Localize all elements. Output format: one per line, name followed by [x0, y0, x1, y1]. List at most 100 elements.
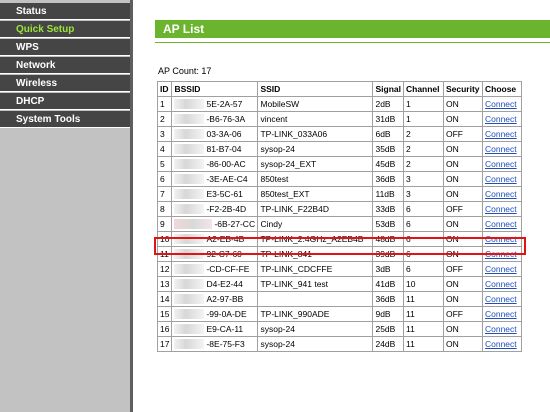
row-bssid-cell: -CD-CF-FE	[171, 261, 259, 277]
row-choose-cell: Connect	[481, 171, 522, 187]
row-choose-cell: Connect	[481, 186, 522, 202]
row-ssid-cell: sysop-24	[257, 141, 374, 157]
page-title: AP List	[163, 22, 205, 36]
connect-link[interactable]: Connect	[485, 234, 517, 244]
sidebar-item-network[interactable]: Network	[0, 57, 130, 74]
connect-link[interactable]: Connect	[485, 294, 517, 304]
table-row: 2 -B6-76-3A vincent 31dB 1 ON Connect	[156, 111, 522, 127]
row-signal-cell: 39dB	[372, 246, 404, 262]
row-security-cell: ON	[442, 276, 483, 292]
row-choose-cell: Connect	[481, 156, 522, 172]
connect-link[interactable]: Connect	[485, 99, 517, 109]
row-channel-cell: 11	[402, 321, 444, 337]
connect-link[interactable]: Connect	[485, 189, 517, 199]
bssid-text: E3-5C-61	[206, 188, 243, 199]
row-security-cell: OFF	[442, 126, 483, 142]
row-signal-cell: 41dB	[372, 276, 404, 292]
redacted-mac-prefix	[174, 339, 205, 350]
row-choose-cell: Connect	[481, 276, 522, 292]
bssid-text: -CD-CF-FE	[206, 263, 250, 274]
row-signal-cell: 25dB	[372, 321, 404, 337]
connect-link[interactable]: Connect	[485, 324, 517, 334]
row-channel-cell: 3	[402, 186, 444, 202]
row-security-cell: OFF	[442, 201, 483, 217]
row-signal-cell: 36dB	[372, 291, 404, 307]
table-row: 11 92-C7-60 TP-LINK_841 39dB 6 ON Connect	[156, 246, 522, 262]
row-signal-cell: 2dB	[372, 96, 404, 112]
row-bssid-cell: 03-3A-06	[171, 126, 259, 142]
row-security-cell: OFF	[442, 261, 483, 277]
redacted-mac-prefix	[174, 189, 205, 200]
row-security-cell: ON	[442, 171, 483, 187]
row-ssid-cell: Cindy	[257, 216, 374, 232]
bssid-text: 03-3A-06	[206, 128, 242, 139]
connect-link[interactable]: Connect	[485, 129, 517, 139]
bssid-text: 92-C7-60	[206, 248, 242, 259]
connect-link[interactable]: Connect	[485, 144, 517, 154]
row-ssid-cell: TP-LINK_2.4GHz_A2EB4B	[257, 231, 374, 247]
connect-link[interactable]: Connect	[485, 174, 517, 184]
table-row: 9 -6B-27-CC Cindy 53dB 6 ON Connect	[156, 216, 522, 232]
sidebar-item-wps[interactable]: WPS	[0, 39, 130, 56]
col-header-ssid: SSID	[257, 81, 374, 97]
bssid-text: -B6-76-3A	[206, 113, 246, 124]
row-choose-cell: Connect	[481, 96, 522, 112]
row-signal-cell: 11dB	[372, 186, 404, 202]
row-security-cell: ON	[442, 216, 483, 232]
row-signal-cell: 6dB	[372, 126, 404, 142]
connect-link[interactable]: Connect	[485, 159, 517, 169]
col-header-security: Security	[442, 81, 483, 97]
sidebar-item-status[interactable]: Status	[0, 3, 130, 20]
row-ssid-cell: TP-LINK_033A06	[257, 126, 374, 142]
row-signal-cell: 36dB	[372, 171, 404, 187]
redacted-mac-prefix	[174, 294, 205, 305]
row-ssid-cell: 850test	[257, 171, 374, 187]
table-row: 12 -CD-CF-FE TP-LINK_CDCFFE 3dB 6 OFF Connect	[156, 261, 522, 277]
connect-link[interactable]: Connect	[485, 309, 517, 319]
sidebar-item-system-tools[interactable]: System Tools	[0, 111, 130, 128]
row-choose-cell: Connect	[481, 126, 522, 142]
bssid-text: -6B-27-CC	[214, 218, 256, 229]
row-id-cell: 6	[156, 171, 173, 187]
sidebar-nav: Status Quick Setup WPS Network Wireless …	[0, 0, 130, 412]
row-bssid-cell: -F2-2B-4D	[171, 201, 259, 217]
row-bssid-cell: A2-EB-4B	[171, 231, 259, 247]
sidebar-item-wireless[interactable]: Wireless	[0, 75, 130, 92]
connect-link[interactable]: Connect	[485, 249, 517, 259]
connect-link[interactable]: Connect	[485, 204, 517, 214]
row-choose-cell: Connect	[481, 321, 522, 337]
row-channel-cell: 6	[402, 261, 444, 277]
table-header-row: ID BSSID SSID Signal Channel Security Ch…	[156, 81, 522, 97]
connect-link[interactable]: Connect	[485, 219, 517, 229]
row-bssid-cell: -3E-AE-C4	[171, 171, 259, 187]
row-choose-cell: Connect	[481, 336, 522, 352]
table-row: 13 D4-E2-44 TP-LINK_941 test 41dB 10 ON Connec…	[156, 276, 522, 292]
row-id-cell: 1	[156, 96, 173, 112]
row-signal-cell: 24dB	[372, 336, 404, 352]
row-channel-cell: 6	[402, 201, 444, 217]
col-header-channel: Channel	[402, 81, 444, 97]
bssid-text: A2-97-BB	[206, 293, 244, 304]
redacted-mac-prefix	[174, 219, 213, 230]
sidebar-item-dhcp[interactable]: DHCP	[0, 93, 130, 110]
connect-link[interactable]: Connect	[485, 339, 517, 349]
row-security-cell: ON	[442, 231, 483, 247]
bssid-text: 5E-2A-57	[206, 98, 243, 109]
row-choose-cell: Connect	[481, 111, 522, 127]
row-signal-cell: 53dB	[372, 216, 404, 232]
sidebar-item-quick-setup[interactable]: Quick Setup	[0, 21, 130, 38]
row-channel-cell: 2	[402, 141, 444, 157]
table-row: 14 A2-97-BB 36dB 11 ON Connect	[156, 291, 522, 307]
connect-link[interactable]: Connect	[485, 264, 517, 274]
row-bssid-cell: D4-E2-44	[171, 276, 259, 292]
table-row: 17 -8E-75-F3 sysop-24 24dB 11 ON Connect	[156, 336, 522, 352]
connect-link[interactable]: Connect	[485, 279, 517, 289]
row-security-cell: ON	[442, 186, 483, 202]
row-security-cell: ON	[442, 246, 483, 262]
connect-link[interactable]: Connect	[485, 114, 517, 124]
row-security-cell: ON	[442, 96, 483, 112]
col-header-bssid: BSSID	[171, 81, 259, 97]
row-choose-cell: Connect	[481, 306, 522, 322]
row-id-cell: 7	[156, 186, 173, 202]
row-security-cell: ON	[442, 156, 483, 172]
